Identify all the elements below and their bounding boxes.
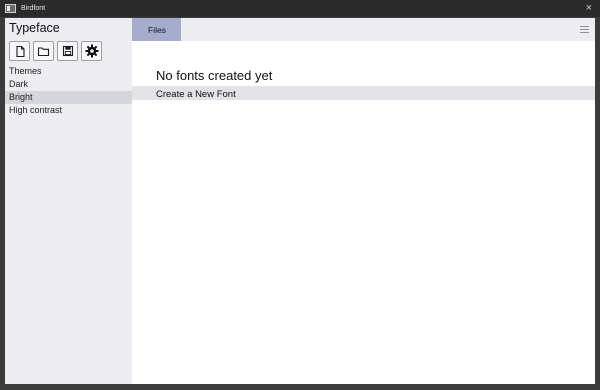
app-icon	[5, 4, 16, 13]
theme-list: Themes Dark Bright High contrast	[5, 65, 132, 117]
theme-item-dark[interactable]: Dark	[5, 78, 132, 91]
new-file-icon	[15, 45, 25, 57]
tab-close-icon[interactable]: ·	[173, 27, 175, 33]
theme-item-high-contrast[interactable]: High contrast	[5, 104, 132, 117]
window-title-bar: Birdfont ×	[0, 0, 600, 17]
app-window: Typeface Themes Dark Bright High contras…	[5, 18, 595, 384]
sidebar-toolbar	[9, 41, 102, 61]
tab-bar: Files ·	[132, 18, 595, 41]
window-title: Birdfont	[21, 5, 46, 12]
new-file-button[interactable]	[9, 41, 30, 61]
window-close-button[interactable]: ×	[586, 1, 592, 15]
empty-state-heading: No fonts created yet	[156, 68, 273, 83]
tab-files[interactable]: Files ·	[132, 18, 181, 41]
save-icon	[62, 45, 73, 57]
theme-list-header: Themes	[9, 66, 42, 76]
tab-files-label: Files	[148, 24, 166, 35]
create-new-font-item[interactable]: Create a New Font	[132, 86, 595, 100]
theme-item-bright[interactable]: Bright	[5, 91, 132, 104]
main-panel: Files · No fonts created yet Create a Ne…	[132, 18, 595, 384]
hamburger-menu-icon[interactable]	[580, 26, 589, 35]
sidebar-title: Typeface	[9, 21, 60, 35]
save-button[interactable]	[57, 41, 78, 61]
settings-button[interactable]	[81, 41, 102, 61]
create-new-font-label: Create a New Font	[156, 89, 236, 100]
folder-icon	[37, 46, 50, 56]
open-folder-button[interactable]	[33, 41, 54, 61]
settings-gear-icon	[85, 44, 98, 58]
sidebar: Typeface Themes Dark Bright High contras…	[5, 18, 132, 384]
